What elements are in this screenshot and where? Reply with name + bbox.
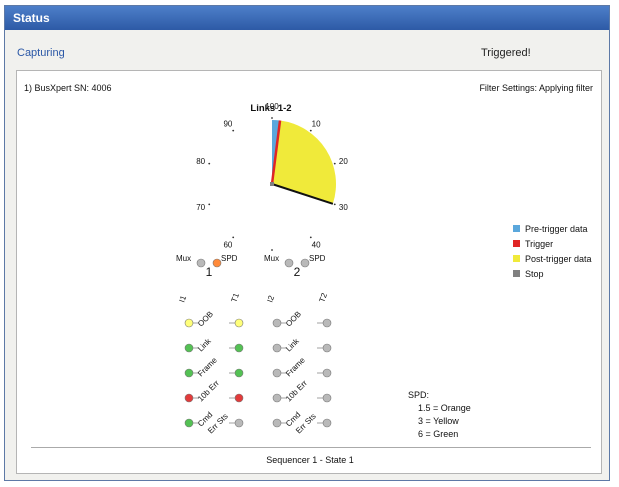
status-label: 10b Err <box>196 378 221 403</box>
trigger-status: Triggered! <box>481 47 531 59</box>
dial-tick-label: 10 <box>312 119 321 128</box>
status-led-right <box>234 418 244 428</box>
legend-label: Pre-trigger data <box>525 223 588 234</box>
spd-label: SPD <box>309 254 326 263</box>
dial-tick <box>208 203 211 206</box>
post-trigger-sector <box>272 120 336 204</box>
spd-legend-line: 1.5 = Orange <box>418 403 471 413</box>
status-led-left <box>272 393 282 403</box>
status-window: Status Capturing Triggered! 1) BusXpert … <box>4 5 610 481</box>
status-label: Frame <box>284 355 307 378</box>
dial-tick <box>333 162 336 165</box>
legend-swatch <box>513 240 520 247</box>
status-led-right <box>322 393 332 403</box>
stop-marker <box>270 182 274 186</box>
dial-tick-label: 30 <box>339 203 348 212</box>
legend-item: Trigger <box>513 236 592 251</box>
status-label: Frame <box>196 355 219 378</box>
dial-tick <box>309 236 312 239</box>
status-led-left <box>184 393 194 403</box>
status-led-right <box>234 368 244 378</box>
status-led-left <box>184 368 194 378</box>
legend-label: Trigger <box>525 238 554 249</box>
status-led-left <box>272 418 282 428</box>
spd-led <box>212 258 222 268</box>
legend-item: Pre-trigger data <box>513 221 592 236</box>
status-led-right <box>322 368 332 378</box>
mux-led <box>196 258 206 268</box>
status-label: OOB <box>284 309 303 328</box>
status-label: Link <box>196 336 213 353</box>
dial-tick <box>232 129 235 132</box>
capture-status: Capturing <box>17 47 65 59</box>
link-number: 2 <box>294 265 301 279</box>
target-label: T2 <box>317 291 329 303</box>
dial-tick <box>333 203 336 206</box>
dial-tick-label: 20 <box>339 157 348 166</box>
status-led-left <box>272 368 282 378</box>
window-title: Status <box>5 6 609 30</box>
status-led-left <box>272 318 282 328</box>
status-label: OOB <box>196 309 215 328</box>
dial-tick <box>271 117 273 119</box>
status-led-right <box>234 318 244 328</box>
status-led-left <box>184 343 194 353</box>
sequencer-state: Sequencer 1 - State 1 <box>266 455 354 465</box>
mux-led <box>284 258 294 268</box>
status-led-left <box>184 318 194 328</box>
spd-led <box>300 258 310 268</box>
divider <box>31 447 591 448</box>
status-led-right <box>322 343 332 353</box>
status-led-right <box>322 418 332 428</box>
dial-tick <box>309 129 312 132</box>
dial-tick-label: 40 <box>312 241 321 250</box>
status-led-left <box>184 418 194 428</box>
spd-legend-line: 3 = Yellow <box>418 416 459 426</box>
dial-tick-label: 70 <box>196 203 205 212</box>
spd-legend: SPD: 1.5 = Orange 3 = Yellow 6 = Green <box>408 389 471 441</box>
status-led-right <box>234 393 244 403</box>
spd-label: SPD <box>221 254 238 263</box>
dial-tick <box>232 236 235 239</box>
status-label: 10b Err <box>284 378 309 403</box>
status-led-right <box>322 318 332 328</box>
mux-label: Mux <box>176 254 191 263</box>
dial-tick-label: 90 <box>223 119 232 128</box>
target-label: T1 <box>229 291 241 303</box>
mux-label: Mux <box>264 254 279 263</box>
dial-tick-label: 100 <box>265 102 279 111</box>
spd-legend-line: 6 = Green <box>418 429 459 439</box>
spd-legend-heading: SPD: <box>408 390 430 400</box>
legend-swatch <box>513 225 520 232</box>
initiator-label: I2 <box>265 294 276 304</box>
capture-panel: 1) BusXpert SN: 4006 Filter Settings: Ap… <box>16 70 602 474</box>
link-number: 1 <box>206 265 213 279</box>
status-label: Link <box>284 336 301 353</box>
dial-tick-label: 60 <box>223 241 232 250</box>
dial-tick <box>208 162 211 165</box>
link-status-grid: Mux SPD1I1 T1OOBLinkFrame10b ErrCmdErr Sts… <box>176 254 332 435</box>
initiator-label: I1 <box>177 294 188 304</box>
dial-tick-label: 80 <box>196 157 205 166</box>
status-led-left <box>272 343 282 353</box>
status-led-right <box>234 343 244 353</box>
